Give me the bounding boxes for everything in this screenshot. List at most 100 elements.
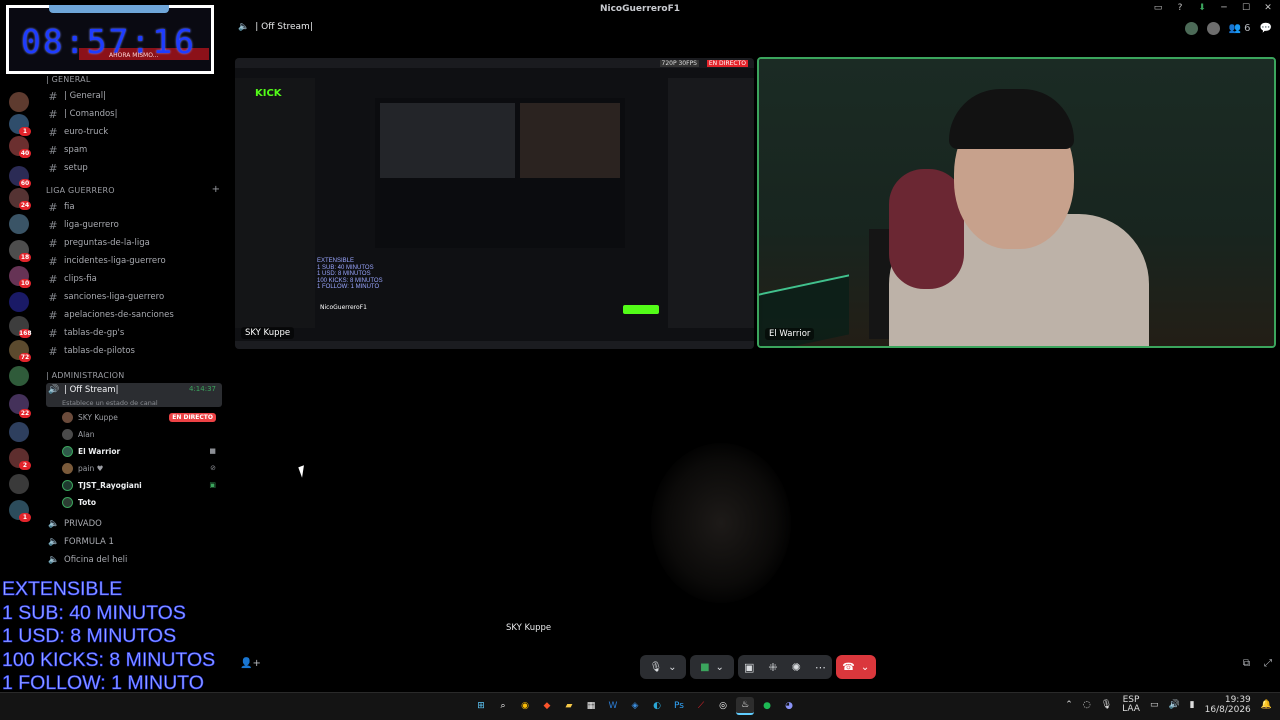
avatar <box>62 411 73 423</box>
chrome-icon[interactable]: ◉ <box>516 697 534 715</box>
server-icon[interactable] <box>9 92 29 112</box>
display-icon[interactable]: ▭ <box>1150 700 1159 710</box>
add-user-icon[interactable]: 👤+ <box>240 658 261 669</box>
screen-share-icon[interactable]: ▣ <box>744 661 754 674</box>
inbox-icon[interactable]: ▭ <box>1152 2 1164 14</box>
hash-icon: # <box>48 89 58 103</box>
voice-user[interactable]: Toto <box>62 494 222 510</box>
microphone-icon[interactable]: 🎙 <box>1101 700 1112 710</box>
fullscreen-icon[interactable]: ⤢ <box>1264 658 1272 669</box>
volume-icon[interactable]: 🔊 <box>1168 700 1179 710</box>
word-icon[interactable]: W <box>604 697 622 715</box>
edge-icon[interactable]: ◐ <box>648 697 666 715</box>
hash-icon: # <box>48 272 58 286</box>
voice-user[interactable]: Alan <box>62 426 222 442</box>
notification-icon[interactable]: 🔔 <box>1261 700 1272 710</box>
chevron-down-icon[interactable]: ⌄ <box>716 662 724 673</box>
server-list: 1 40 60 24 18 10 168 72 22 2 1 <box>0 18 36 578</box>
voice-channel-privado[interactable]: 🔈 PRIVADO <box>46 516 222 532</box>
brave-icon[interactable]: ◆ <box>538 697 556 715</box>
channel-status-text[interactable]: Establece un estado de canal <box>62 399 158 407</box>
avatar[interactable] <box>1184 22 1198 35</box>
clock-subtitle: AHORA MISMO... <box>109 52 159 59</box>
activities-icon[interactable]: ⁜ <box>768 661 777 674</box>
voice-user[interactable]: SKY Kuppe EN DIRECTO <box>62 409 222 425</box>
channel-euro-truck[interactable]: # euro-truck <box>46 124 222 140</box>
channel-label: liga-guerrero <box>64 220 119 230</box>
channel-tablas-pilotos[interactable]: # tablas-de-pilotos <box>46 343 222 359</box>
battery-icon[interactable]: ▮ <box>1190 700 1195 710</box>
steam-icon[interactable]: ♨ <box>736 697 754 715</box>
channel-sanciones[interactable]: # sanciones-liga-guerrero <box>46 289 222 305</box>
call-controls: 🎙 ⌄ ■ ⌄ ▣ ⁜ ✺ ⋯ ☎ ⌄ <box>640 655 876 679</box>
channel-apelaciones[interactable]: # apelaciones-de-sanciones <box>46 307 222 323</box>
camera-button[interactable]: ■ ⌄ <box>690 655 734 679</box>
camera-person-arm <box>889 169 964 289</box>
taskbar-clock[interactable]: 19:39 16/8/2026 <box>1205 695 1251 715</box>
download-icon[interactable]: ⬇ <box>1196 2 1208 14</box>
category-admin[interactable]: | ADMINISTRACION <box>46 371 124 380</box>
help-icon[interactable]: ? <box>1174 2 1186 14</box>
server-icon[interactable] <box>9 292 29 312</box>
category-liga[interactable]: LIGA GUERRERO <box>46 186 115 195</box>
voice-channel-formula1[interactable]: 🔈 FORMULA 1 <box>46 534 222 550</box>
search-icon[interactable]: ⌕ <box>494 697 512 715</box>
windows-taskbar: ⊞ ⌕ ◉ ◆ ▰ ▦ W ◈ ◐ Ps ⟋ ◎ ♨ ● ◕ ⌃ ◌ 🎙 ESP… <box>0 692 1280 720</box>
channel-liga-guerrero[interactable]: # liga-guerrero <box>46 217 222 233</box>
voice-user[interactable]: pain ♥ ⊘ <box>62 460 222 476</box>
microphone-button[interactable]: 🎙 ⌄ <box>640 655 686 679</box>
disconnect-button[interactable]: ☎ ⌄ <box>835 655 876 679</box>
folder-icon[interactable]: ▰ <box>560 697 578 715</box>
activity-icon: ▣ <box>209 481 216 489</box>
network-icon[interactable]: ◌ <box>1083 700 1091 710</box>
spotify-icon[interactable]: ● <box>758 697 776 715</box>
avatar[interactable] <box>1206 22 1220 35</box>
server-badge: 22 <box>19 409 31 418</box>
category-general[interactable]: | GENERAL <box>46 75 91 84</box>
minimize-button[interactable]: ─ <box>1218 2 1230 14</box>
speaker-video[interactable] <box>651 443 791 603</box>
channel-comandos[interactable]: # | Comandos| <box>46 106 222 122</box>
voice-user[interactable]: El Warrior ■ <box>62 443 222 459</box>
channel-fia[interactable]: # fia <box>46 199 222 215</box>
chat-icon[interactable]: 💬 <box>1260 23 1272 34</box>
more-icon[interactable]: ⋯ <box>815 661 826 674</box>
chevron-down-icon[interactable]: ⌄ <box>668 662 676 673</box>
language-indicator[interactable]: ESP LAA <box>1122 696 1140 714</box>
participants-icon[interactable]: 👥 6 <box>1229 23 1251 34</box>
server-icon[interactable] <box>9 474 29 494</box>
photoshop-icon[interactable]: Ps <box>670 697 688 715</box>
app-icon[interactable]: ◎ <box>714 697 732 715</box>
screen-share-tile[interactable]: KICK EXTENSIBLE 1 SUB: 40 MINUTOS 1 USD:… <box>235 58 754 349</box>
app-icon[interactable]: ⟋ <box>692 697 710 715</box>
avatar <box>62 496 73 508</box>
camera-tile[interactable]: El Warrior <box>757 57 1276 348</box>
voice-channel-oficina[interactable]: 🔈 Oficina del heli <box>46 552 222 568</box>
channel-clips-fia[interactable]: # clips-fia <box>46 271 222 287</box>
add-channel-icon[interactable]: + <box>212 184 220 195</box>
server-icon[interactable] <box>9 214 29 234</box>
channel-preguntas[interactable]: # preguntas-de-la-liga <box>46 235 222 251</box>
popout-icon[interactable]: ⧉ <box>1243 658 1250 669</box>
start-icon[interactable]: ⊞ <box>472 697 490 715</box>
chevron-up-icon[interactable]: ⌃ <box>1065 700 1073 710</box>
extensible-overlay: EXTENSIBLE 1 SUB: 40 MINUTOS 1 USD: 8 MI… <box>0 578 226 694</box>
app-icon[interactable]: ◈ <box>626 697 644 715</box>
channel-setup[interactable]: # setup <box>46 160 222 176</box>
soundboard-icon[interactable]: ✺ <box>792 661 801 674</box>
hash-icon: # <box>48 308 58 322</box>
discord-icon[interactable]: ◕ <box>780 697 798 715</box>
app-icon[interactable]: ▦ <box>582 697 600 715</box>
system-tray: ⌃ ◌ 🎙 ESP LAA ▭ 🔊 ▮ 19:39 16/8/2026 🔔 <box>1065 695 1272 715</box>
server-icon[interactable] <box>9 422 29 442</box>
close-button[interactable]: ✕ <box>1262 2 1274 14</box>
channel-general[interactable]: # | General| <box>46 88 222 104</box>
channel-tablas-gp[interactable]: # tablas-de-gp's <box>46 325 222 341</box>
channel-spam[interactable]: # spam <box>46 142 222 158</box>
hash-icon: # <box>48 143 58 157</box>
maximize-button[interactable]: ☐ <box>1240 2 1252 14</box>
channel-incidentes[interactable]: # incidentes-liga-guerrero <box>46 253 222 269</box>
server-icon[interactable] <box>9 366 29 386</box>
chevron-down-icon[interactable]: ⌄ <box>861 662 869 673</box>
voice-user[interactable]: TJST_Rayogiani ▣ <box>62 477 222 493</box>
